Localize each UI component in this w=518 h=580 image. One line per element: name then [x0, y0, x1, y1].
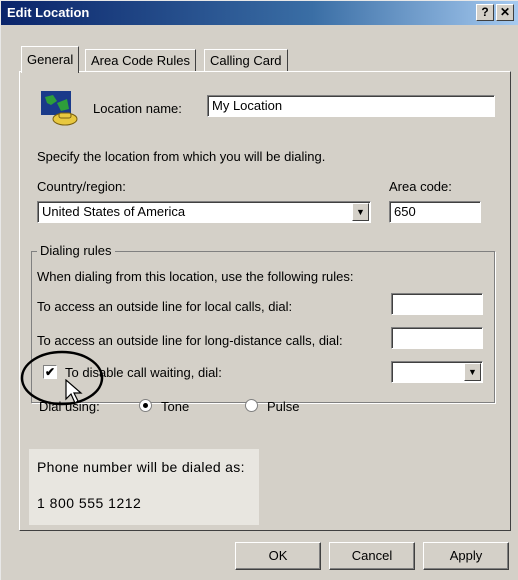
tab-area-code-rules-label: Area Code Rules [91, 53, 190, 68]
area-code-label: Area code: [389, 179, 452, 194]
country-region-select[interactable]: United States of America [37, 201, 371, 223]
pulse-radio[interactable] [245, 399, 258, 412]
long-distance-input[interactable] [391, 327, 483, 349]
window-title: Edit Location [7, 5, 90, 20]
tab-general[interactable]: General [21, 46, 80, 73]
edit-location-dialog: Edit Location ? ✕ General Area Code Rule… [0, 0, 518, 580]
highlight-circle [20, 350, 104, 406]
globe-phone-icon [41, 91, 78, 126]
call-waiting-dropdown-icon[interactable]: ▼ [464, 363, 481, 381]
tab-calling-card-label: Calling Card [210, 53, 282, 68]
close-button[interactable]: ✕ [496, 4, 514, 21]
mouse-cursor-icon [65, 379, 83, 404]
country-region-value: United States of America [42, 204, 186, 219]
cancel-button[interactable]: Cancel [329, 542, 415, 570]
country-region-label: Country/region: [37, 179, 126, 194]
area-code-input[interactable]: 650 [389, 201, 481, 223]
tab-calling-card[interactable]: Calling Card [204, 49, 288, 71]
tab-area-code-rules[interactable]: Area Code Rules [85, 49, 196, 71]
local-calls-input[interactable] [391, 293, 483, 315]
help-button[interactable]: ? [476, 4, 494, 21]
instruction-text: Specify the location from which you will… [37, 149, 326, 164]
location-name-label: Location name: [93, 101, 182, 116]
location-name-input[interactable]: My Location [207, 95, 495, 117]
preview-label: Phone number will be dialed as: [37, 459, 245, 475]
dialing-rules-legend: Dialing rules [37, 243, 115, 258]
ok-button[interactable]: OK [235, 542, 321, 570]
tone-label: Tone [161, 399, 190, 414]
local-calls-label: To access an outside line for local call… [37, 299, 293, 314]
apply-button[interactable]: Apply [423, 542, 509, 570]
title-bar: Edit Location ? ✕ [1, 1, 518, 25]
tone-radio[interactable] [139, 399, 152, 412]
preview-number: 1 800 555 1212 [37, 495, 142, 511]
long-distance-label: To access an outside line for long-dista… [37, 333, 343, 348]
chevron-down-icon[interactable]: ▼ [352, 203, 369, 221]
pulse-label: Pulse [267, 399, 300, 414]
dialing-rules-intro: When dialing from this location, use the… [37, 269, 354, 284]
tab-general-label: General [27, 52, 74, 67]
